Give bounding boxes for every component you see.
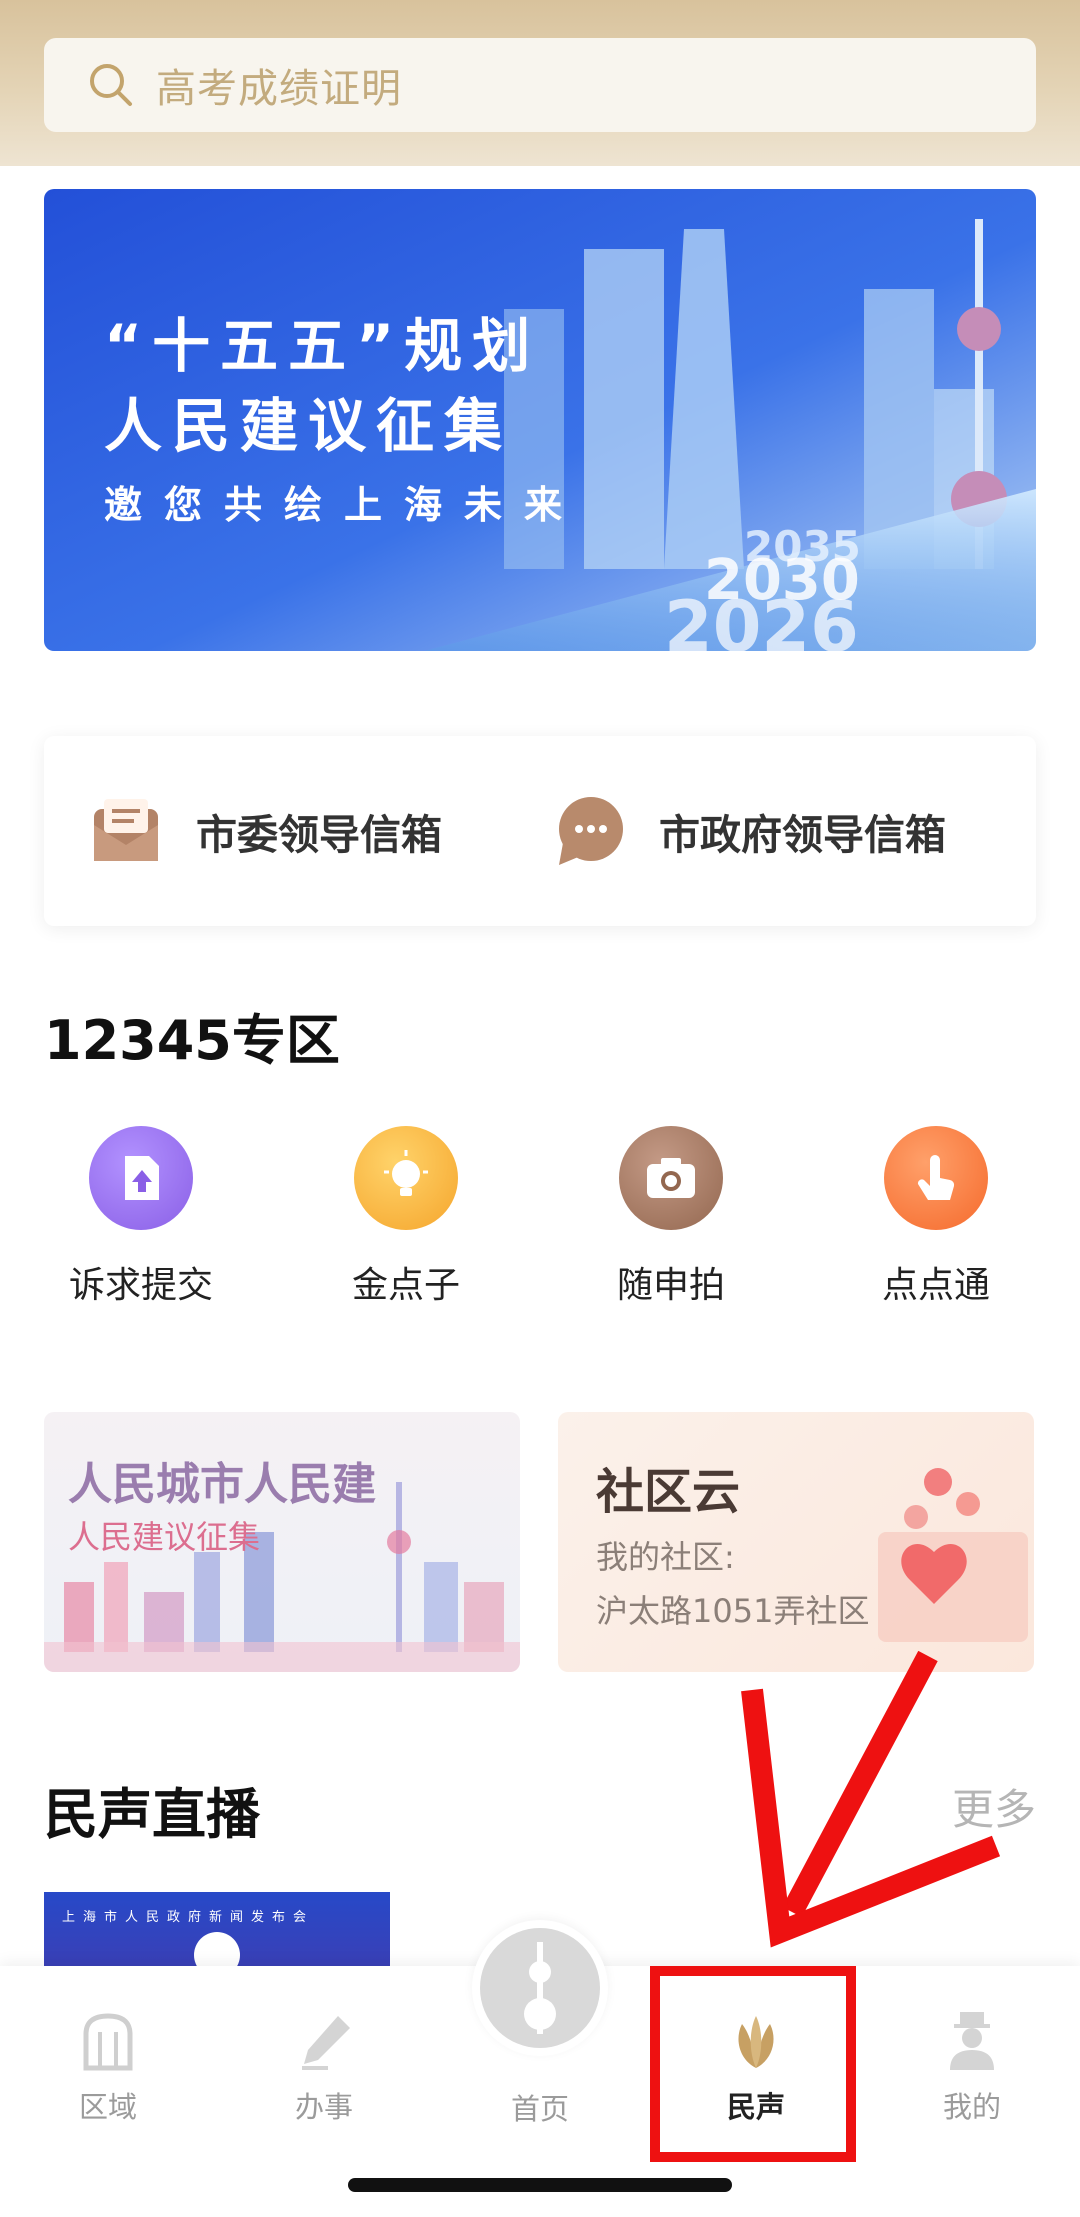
lightbulb-icon (354, 1126, 458, 1230)
people-city-card[interactable]: 人民城市人民建 人民建议征集 (44, 1412, 520, 1672)
top-header: 高考成绩证明 (0, 0, 1080, 166)
mailbox-label-left: 市委领导信箱 (196, 811, 442, 859)
search-icon (90, 64, 132, 106)
tab-district[interactable]: 区域 (0, 1966, 216, 2156)
tab-home[interactable] (480, 1928, 600, 2048)
service-item-complaint-submit[interactable]: 诉求提交 (41, 1126, 241, 1306)
svg-text:2026: 2026 (664, 586, 859, 651)
tab-label: 区域 (78, 2090, 137, 2124)
live-thumbnail[interactable]: 上海市人民政府新闻发布会 (44, 1892, 390, 1972)
search-bar[interactable]: 高考成绩证明 (44, 38, 1036, 132)
more-link[interactable]: 更多 (952, 1776, 1036, 1837)
municipal-party-mailbox-button[interactable]: 市委领导信箱 (86, 736, 442, 926)
chat-bubble-icon (559, 797, 623, 865)
live-thumbnail-caption: 上海市人民政府新闻发布会 (62, 1910, 315, 1925)
municipal-government-mailbox-button[interactable]: 市政府领导信箱 (549, 736, 946, 926)
card-title: 人民城市人民建 (68, 1459, 376, 1510)
tab-services[interactable]: 办事 (216, 1966, 432, 2156)
banner-title-line1: “十五五”规划 (104, 312, 541, 380)
community-label: 我的社区: (596, 1538, 735, 1576)
section-title-live: 民声直播 (44, 1783, 260, 1846)
pen-icon (302, 2016, 350, 2070)
search-input[interactable]: 高考成绩证明 (156, 56, 402, 114)
tab-label: 办事 (294, 2090, 353, 2124)
service-label: 随申拍 (616, 1265, 725, 1306)
service-label: 点点通 (881, 1265, 990, 1306)
oriental-pearl-tower-icon (524, 1942, 556, 2034)
section-title-12345: 12345专区 (44, 1009, 340, 1072)
tab-label: 我的 (942, 2090, 1001, 2124)
service-label: 诉求提交 (68, 1265, 213, 1306)
upload-file-icon (89, 1126, 193, 1230)
community-address: 沪太路1051弄社区 (596, 1592, 870, 1630)
camera-icon (619, 1126, 723, 1230)
annotation-highlight-box (650, 1966, 856, 2162)
service-item-snap-report[interactable]: 随申拍 (571, 1126, 771, 1306)
card-title: 社区云 (596, 1464, 741, 1520)
home-indicator (348, 2178, 732, 2192)
user-icon (950, 2012, 994, 2070)
tab-label: 首页 (510, 2092, 569, 2126)
service-item-golden-idea[interactable]: 金点子 (306, 1126, 506, 1306)
tab-mine[interactable]: 我的 (864, 1966, 1080, 2156)
card-subtitle: 人民建议征集 (68, 1518, 261, 1556)
banner-title-line2: 人民建议征集 (104, 392, 513, 460)
service-label: 金点子 (351, 1265, 460, 1306)
banner-fifteenth-five-year-plan[interactable]: 2035 2030 2026 “十五五”规划 人民建议征集 邀您共绘上海未来 (44, 189, 1036, 651)
envelope-icon (94, 799, 158, 861)
district-icon (83, 2013, 133, 2071)
leader-mailbox-card: 市委领导信箱 市政府领导信箱 (44, 736, 1036, 926)
service-item-dian-dian-tong[interactable]: 点点通 (836, 1126, 1036, 1306)
community-cloud-card[interactable]: 社区云 我的社区: 沪太路1051弄社区 (558, 1412, 1034, 1672)
mailbox-label-right: 市政府领导信箱 (659, 811, 946, 859)
banner-subtitle: 邀您共绘上海未来 (104, 483, 585, 527)
finger-tap-icon (884, 1126, 988, 1230)
